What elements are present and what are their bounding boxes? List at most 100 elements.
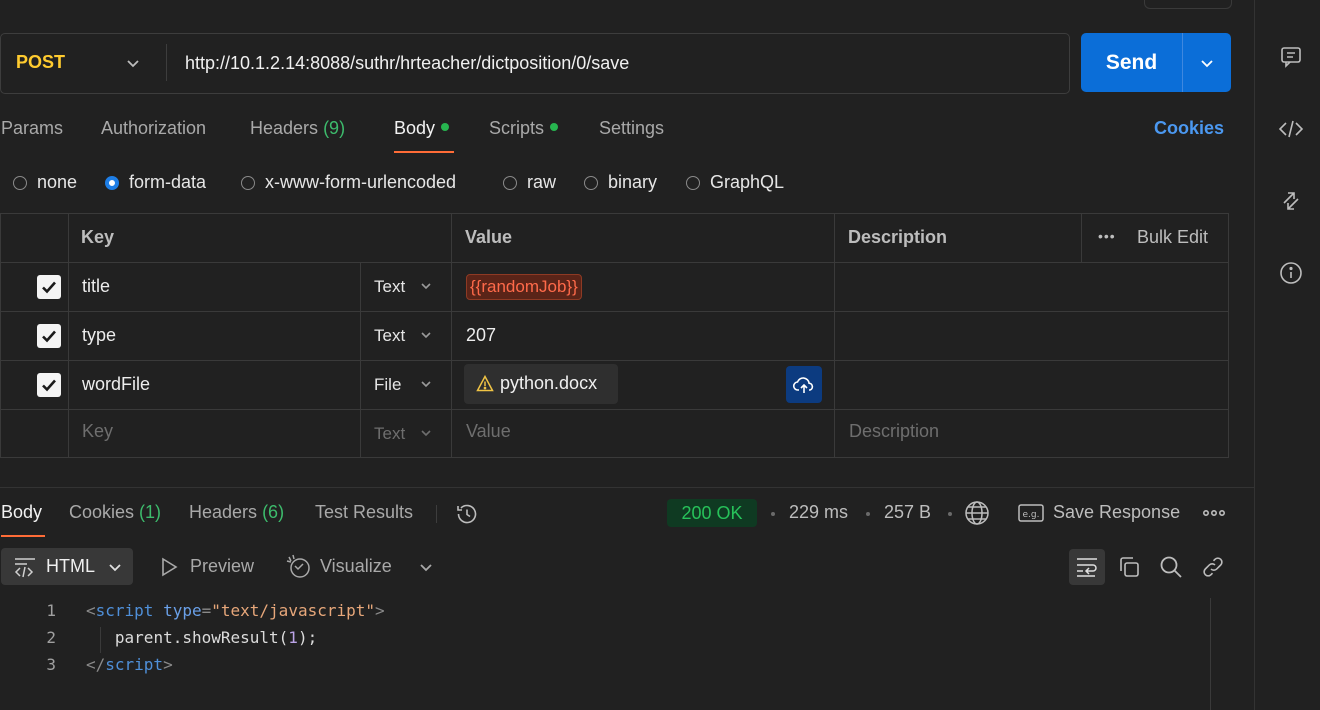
response-tab-body[interactable]: Body xyxy=(1,502,42,523)
divider xyxy=(451,214,452,458)
modified-dot xyxy=(441,123,450,132)
save-response-button[interactable]: Save Response xyxy=(1053,502,1180,523)
radio-binary[interactable]: binary xyxy=(584,172,657,193)
radio-raw[interactable]: raw xyxy=(503,172,556,193)
divider xyxy=(1,262,1229,263)
copy-icon[interactable] xyxy=(1117,555,1141,579)
tab-authorization[interactable]: Authorization xyxy=(101,118,206,139)
tab-settings[interactable]: Settings xyxy=(599,118,664,139)
code-line[interactable]: <script type="text/javascript"> xyxy=(86,601,385,620)
link-icon[interactable] xyxy=(1201,555,1225,579)
separator-dot xyxy=(948,512,952,516)
more-options-icon[interactable]: ••• xyxy=(1098,228,1116,244)
form-data-table xyxy=(0,213,1229,458)
chevron-down-icon xyxy=(106,558,124,576)
scrollbar-track[interactable] xyxy=(1210,598,1211,710)
divider xyxy=(436,505,437,523)
visualize-button[interactable]: Visualize xyxy=(320,556,392,577)
separator-dot xyxy=(866,512,870,516)
status-badge[interactable]: 200 OK xyxy=(667,499,757,527)
tab-scripts[interactable]: Scripts xyxy=(489,118,559,139)
radio-graphql[interactable]: GraphQL xyxy=(686,172,784,193)
more-options-icon[interactable] xyxy=(1202,502,1226,524)
response-tab-test-results[interactable]: Test Results xyxy=(315,502,413,523)
row-key[interactable]: type xyxy=(82,325,116,346)
radio-none[interactable]: none xyxy=(13,172,77,193)
chevron-down-icon[interactable] xyxy=(419,377,433,391)
example-icon[interactable]: e.g. xyxy=(1018,503,1044,523)
top-toolbar-stub xyxy=(1144,0,1232,9)
row-value[interactable]: 207 xyxy=(466,325,496,346)
row-checkbox[interactable] xyxy=(37,324,61,348)
response-tab-headers[interactable]: Headers (6) xyxy=(189,502,284,523)
play-icon[interactable] xyxy=(160,557,178,577)
new-description-input[interactable]: Description xyxy=(849,421,939,442)
upload-file-button[interactable] xyxy=(786,366,822,403)
cookies-link[interactable]: Cookies xyxy=(1154,118,1224,139)
new-key-input[interactable]: Key xyxy=(82,421,113,442)
radio-x-www-form-urlencoded[interactable]: x-www-form-urlencoded xyxy=(241,172,456,193)
method-select[interactable]: POST xyxy=(16,52,65,73)
info-icon[interactable] xyxy=(1277,259,1305,287)
response-tab-cookies[interactable]: Cookies (1) xyxy=(69,502,161,523)
divider xyxy=(166,44,167,81)
chevron-down-icon[interactable] xyxy=(124,54,142,72)
tab-params[interactable]: Params xyxy=(1,118,63,139)
code-format-icon xyxy=(13,556,37,578)
separator-dot xyxy=(771,512,775,516)
new-value-input[interactable]: Value xyxy=(466,421,511,442)
divider xyxy=(68,214,69,458)
active-tab-indicator xyxy=(1,535,45,537)
chevron-down-icon[interactable] xyxy=(419,279,433,293)
row-checkbox[interactable] xyxy=(37,275,61,299)
column-header-value: Value xyxy=(465,227,513,247)
history-icon[interactable] xyxy=(455,502,479,526)
active-tab-indicator xyxy=(394,151,454,153)
code-line[interactable]: </script> xyxy=(86,655,173,674)
type-select[interactable]: Text xyxy=(374,277,405,297)
related-collections-icon[interactable] xyxy=(1277,187,1305,215)
type-select[interactable]: Text xyxy=(374,424,405,444)
pane-divider[interactable] xyxy=(0,487,1254,488)
modified-dot xyxy=(550,123,559,132)
variable-chip[interactable]: {{randomJob}} xyxy=(466,274,582,300)
format-label: HTML xyxy=(46,556,95,576)
code-line[interactable]: parent.showResult(1); xyxy=(86,628,317,647)
wrap-lines-button[interactable] xyxy=(1069,549,1105,585)
divider xyxy=(1081,214,1082,262)
line-number: 3 xyxy=(46,655,56,674)
response-time[interactable]: 229 ms xyxy=(789,502,848,523)
divider xyxy=(834,214,835,458)
divider xyxy=(360,263,361,458)
comments-icon[interactable] xyxy=(1277,43,1305,71)
divider xyxy=(1182,33,1183,92)
type-select[interactable]: Text xyxy=(374,326,405,346)
send-button[interactable]: Send xyxy=(1081,33,1182,92)
radio-form-data[interactable]: form-data xyxy=(105,172,206,193)
divider xyxy=(1,360,1229,361)
file-name: python.docx xyxy=(500,373,598,393)
line-number: 1 xyxy=(46,601,56,620)
type-select[interactable]: File xyxy=(374,375,401,395)
tab-body[interactable]: Body xyxy=(394,118,450,139)
globe-icon[interactable] xyxy=(964,500,990,526)
row-key[interactable]: title xyxy=(82,276,110,297)
right-sidebar xyxy=(1254,0,1320,710)
row-checkbox[interactable] xyxy=(37,373,61,397)
divider xyxy=(1,409,1229,410)
response-size[interactable]: 257 B xyxy=(884,502,931,523)
search-icon[interactable] xyxy=(1159,555,1183,579)
column-header-description: Description xyxy=(848,227,948,247)
code-snippet-icon[interactable] xyxy=(1277,115,1305,143)
row-key[interactable]: wordFile xyxy=(82,374,150,395)
chevron-down-icon[interactable] xyxy=(417,558,435,576)
url-input[interactable]: http://10.1.2.14:8088/suthr/hrteacher/di… xyxy=(185,53,629,74)
divider xyxy=(1,311,1229,312)
tab-headers[interactable]: Headers (9) xyxy=(250,118,345,139)
send-options-chevron-icon[interactable] xyxy=(1198,54,1216,72)
preview-button[interactable]: Preview xyxy=(190,556,254,577)
chevron-down-icon[interactable] xyxy=(419,328,433,342)
bulk-edit-button[interactable]: Bulk Edit xyxy=(1137,227,1208,248)
chevron-down-icon[interactable] xyxy=(419,426,433,440)
visualize-icon[interactable] xyxy=(286,554,312,580)
